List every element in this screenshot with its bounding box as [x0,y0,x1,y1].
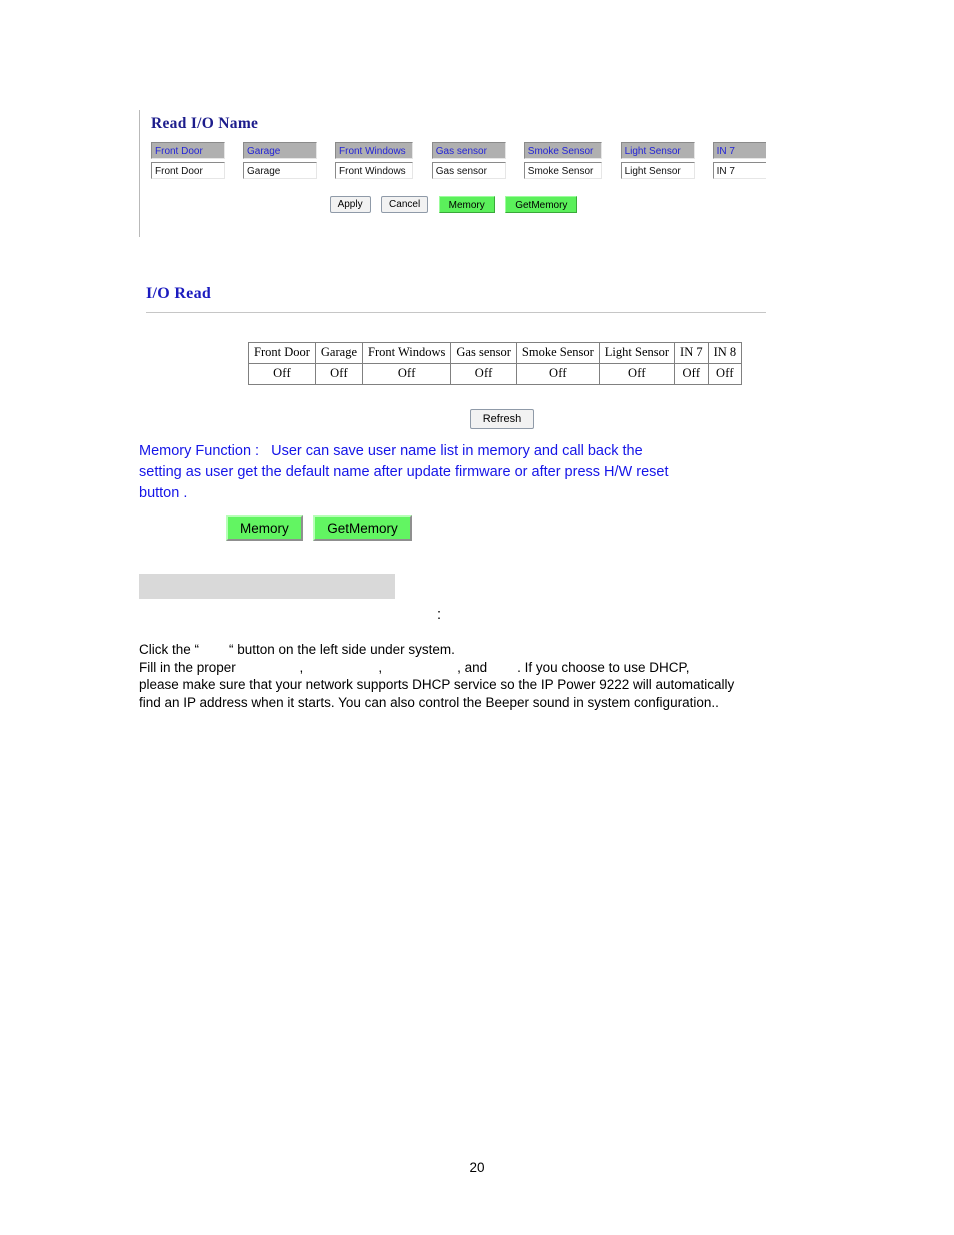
read-io-name-title: Read I/O Name [151,115,259,132]
io-name-input-2[interactable]: Garage [243,162,317,179]
io-name-cell: Front Door [150,161,242,181]
config-line-4: find an IP address when it starts. You c… [139,694,719,710]
get-memory-button-large[interactable]: GetMemory [313,515,412,541]
io-read-header-5: Smoke Sensor [515,342,600,364]
memory-function-line-3: button . [139,485,188,501]
io-read-header-8: IN 8 [707,342,743,364]
apply-button[interactable]: Apply [329,196,371,214]
io-name-input-5[interactable]: Smoke Sensor [523,162,602,179]
io-name-input-3[interactable]: Front Windows [335,162,413,179]
io-read-state-5: Off [515,363,600,385]
io-read-header-6: Light Sensor [598,342,676,364]
refresh-button-row: Refresh [248,409,756,429]
io-read-header-2: Garage [314,342,364,364]
cancel-button[interactable]: Cancel [381,196,429,214]
io-name-input-1[interactable]: Front Door [151,162,225,179]
io-read-header-7: IN 7 [674,342,709,364]
io-name-cell: Garage [242,141,334,161]
io-name-readonly-4: Gas sensor [431,142,506,159]
io-name-readonly-3: Front Windows [335,142,413,159]
page-number: 20 [469,1160,485,1175]
config-line-3: please make sure that your network suppo… [139,677,735,692]
io-read-divider [146,312,766,313]
refresh-button[interactable]: Refresh [469,409,535,429]
section-heading-bar [139,574,395,599]
section-heading-colon: : [437,607,442,623]
io-name-cell: IN 7 [712,161,766,181]
io-name-input-table: Front Door Garage Front Windows Gas sens… [150,141,766,181]
io-name-cell: Garage [242,161,334,181]
io-read-state-6: Off [598,363,676,385]
io-name-input-6[interactable]: Light Sensor [620,162,695,179]
io-name-readonly-6: Light Sensor [620,142,695,159]
read-io-name-panel: Read I/O Name Front Door Garage Front Wi… [139,110,766,237]
io-name-cell: Front Door [150,141,242,161]
memory-function-note: Memory Function : User can save user nam… [139,441,799,504]
memory-function-line-1: Memory Function : User can save user nam… [139,443,643,459]
memory-function-button-row: Memory GetMemory [226,515,418,541]
io-name-button-row: Apply Cancel Memory GetMemory [140,196,766,214]
io-name-cell: Gas sensor [431,161,523,181]
io-read-heading: I/O Read [146,285,212,302]
config-line-1: Click the “ “ button on the left side un… [139,642,455,657]
io-read-state-row: Off Off Off Off Off Off Off Off [248,363,743,385]
io-name-readonly-row: Front Door Garage Front Windows Gas sens… [150,141,766,161]
io-read-state-1: Off [248,363,316,385]
io-name-cell: Smoke Sensor [523,141,620,161]
io-name-cell: IN 7 [712,141,766,161]
io-name-input-7[interactable]: IN 7 [712,162,766,179]
io-name-editable-row: Front Door Garage Front Windows Gas sens… [150,161,766,181]
io-name-input-4[interactable]: Gas sensor [431,162,506,179]
io-name-readonly-7: IN 7 [712,142,766,159]
io-name-cell: Light Sensor [620,141,712,161]
io-name-cell: Gas sensor [431,141,523,161]
io-read-state-4: Off [450,363,517,385]
memory-button[interactable]: Memory [438,196,495,214]
memory-button-large[interactable]: Memory [226,515,303,541]
io-read-header-1: Front Door [248,342,316,364]
io-read-state-3: Off [361,363,452,385]
config-line-2: Fill in the proper , , , and . If you ch… [139,659,690,675]
io-read-header-3: Front Windows [361,342,452,364]
io-read-header-row: Front Door Garage Front Windows Gas sens… [248,342,743,364]
io-read-state-7: Off [674,363,709,385]
get-memory-button[interactable]: GetMemory [505,196,578,214]
memory-function-line-2: setting as user get the default name aft… [139,464,669,480]
io-name-readonly-2: Garage [243,142,317,159]
io-read-status-table: Front Door Garage Front Windows Gas sens… [248,342,743,385]
io-name-cell: Smoke Sensor [523,161,620,181]
io-name-readonly-1: Front Door [151,142,225,159]
io-name-cell: Front Windows [334,161,431,181]
io-read-state-2: Off [314,363,364,385]
io-name-readonly-5: Smoke Sensor [523,142,602,159]
config-instructions-paragraph: Click the “ “ button on the left side un… [139,641,829,711]
io-name-cell: Light Sensor [620,161,712,181]
io-read-state-8: Off [707,363,743,385]
io-read-header-4: Gas sensor [450,342,517,364]
io-name-cell: Front Windows [334,141,431,161]
